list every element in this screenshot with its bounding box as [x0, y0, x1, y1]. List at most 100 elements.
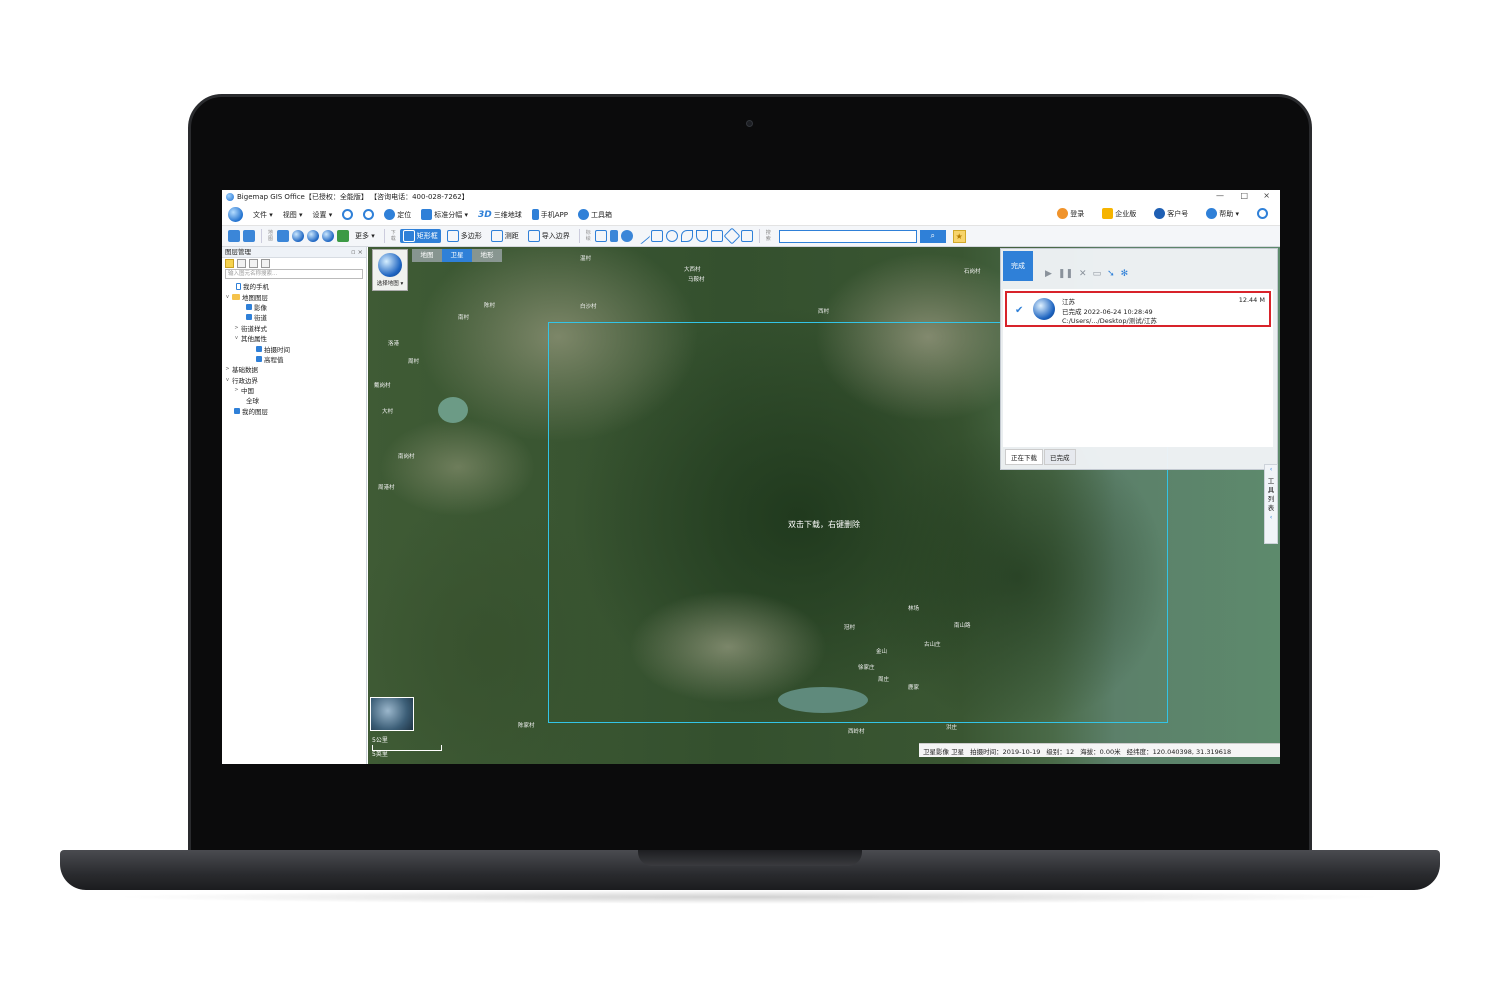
- tree-item[interactable]: 拍摄时间: [222, 343, 366, 354]
- tree-item[interactable]: v 其他属性: [222, 333, 366, 343]
- zoom-in-button[interactable]: [342, 209, 354, 220]
- layer-search-input[interactable]: 输入图元名称搜索...: [225, 269, 363, 279]
- tree-item[interactable]: 街道: [222, 312, 366, 322]
- new-folder-icon[interactable]: [225, 259, 234, 268]
- terrain-map-icon[interactable]: [337, 230, 349, 242]
- expand-arrow-icon[interactable]: v: [225, 294, 230, 300]
- map-label: 西村: [818, 309, 830, 315]
- measure-button[interactable]: 测距: [488, 229, 522, 243]
- globe-map-icon-2[interactable]: [307, 230, 319, 242]
- status-source: 卫星影像 卫星: [923, 747, 965, 756]
- polyline-icon[interactable]: [650, 230, 663, 242]
- panel-search-icon[interactable]: [261, 259, 270, 268]
- tab-satellite[interactable]: 卫星: [442, 249, 472, 262]
- tree-item[interactable]: 我的图层: [222, 406, 366, 416]
- tree-item[interactable]: 我的手机: [222, 281, 366, 291]
- hand-pan-icon[interactable]: [594, 230, 607, 242]
- freehand-icon[interactable]: [680, 230, 693, 242]
- favorite-button[interactable]: ★: [952, 229, 966, 243]
- pause-icon[interactable]: ❚❚: [1058, 269, 1073, 279]
- expand-arrow-icon[interactable]: v: [234, 335, 239, 341]
- import-border-button[interactable]: 导入边界: [525, 229, 573, 243]
- folder-icon[interactable]: ▭: [1093, 269, 1102, 279]
- globe-map-icon-1[interactable]: [292, 230, 304, 242]
- menu-view[interactable]: 视图 ▾: [283, 210, 303, 220]
- globe-map-icon-3[interactable]: [322, 230, 334, 242]
- tree-item[interactable]: v 地图图层: [222, 291, 366, 302]
- pointer-icon[interactable]: [609, 230, 618, 242]
- tag-icon[interactable]: [723, 227, 741, 245]
- layers-icon[interactable]: [740, 230, 753, 242]
- search-button[interactable]: ⌕: [919, 229, 946, 243]
- map-selector-button[interactable]: 选择地图 ▾: [372, 249, 408, 291]
- expand-arrow-icon[interactable]: v: [225, 377, 230, 383]
- open-folder-icon[interactable]: [228, 230, 240, 242]
- circle-draw-icon[interactable]: [665, 230, 678, 242]
- help-button[interactable]: 帮助 ▾: [1206, 208, 1239, 219]
- enterprise-button[interactable]: 企业版: [1102, 208, 1136, 219]
- gear-icon[interactable]: ✻: [1121, 269, 1129, 279]
- download-controls: ▶ ❚❚ ✕ ▭ ➘ ✻: [1045, 269, 1128, 279]
- import-border-label: 导入边界: [541, 232, 570, 240]
- locate-button[interactable]: 定位: [384, 209, 411, 220]
- expand-arrow-icon[interactable]: >: [225, 366, 230, 372]
- save-icon[interactable]: [243, 230, 255, 242]
- login-button[interactable]: 登录: [1057, 208, 1084, 219]
- chevron-left-icon[interactable]: ‹: [1265, 513, 1277, 521]
- database-icon[interactable]: [237, 259, 246, 268]
- checkbox-icon[interactable]: [234, 407, 240, 414]
- curve-icon[interactable]: [695, 230, 708, 242]
- search-input[interactable]: [778, 229, 917, 243]
- three-d-globe-button[interactable]: 3D 三维地球: [478, 210, 522, 220]
- tree-item[interactable]: v 行政边界: [222, 375, 366, 385]
- download-status-tab[interactable]: 完成: [1003, 251, 1033, 281]
- grid-icon: [421, 209, 433, 220]
- settings-target-icon[interactable]: [1257, 208, 1268, 219]
- customer-button[interactable]: 客户号: [1154, 208, 1188, 219]
- checkbox-icon[interactable]: [256, 345, 262, 352]
- tab-terrain[interactable]: 地形: [472, 249, 502, 262]
- panel-pin-close[interactable]: ▫ ×: [351, 247, 363, 258]
- checkbox-icon[interactable]: [246, 303, 252, 310]
- overview-map[interactable]: [370, 697, 414, 731]
- tree-item[interactable]: > 中国: [222, 385, 366, 395]
- toolbox-button[interactable]: 工具箱: [577, 209, 612, 220]
- cancel-icon[interactable]: ✕: [1079, 269, 1087, 279]
- standard-grid-button[interactable]: 标准分幅 ▾: [421, 209, 468, 220]
- tab-completed[interactable]: 已完成: [1044, 449, 1076, 465]
- export-arrow-icon[interactable]: ➘: [1107, 269, 1115, 279]
- mobile-app-button[interactable]: 手机APP: [531, 209, 568, 220]
- tree-item[interactable]: 高程值: [222, 354, 366, 364]
- tree-item[interactable]: 影像: [222, 302, 366, 312]
- zoom-out-button[interactable]: [363, 209, 375, 220]
- app-globe-icon[interactable]: [228, 207, 243, 222]
- maximize-button[interactable]: □: [1240, 191, 1248, 200]
- checkbox-icon[interactable]: [256, 355, 262, 362]
- minimize-button[interactable]: —: [1216, 191, 1224, 200]
- tree-item[interactable]: 全球: [222, 395, 366, 405]
- tab-downloading[interactable]: 正在下载: [1005, 449, 1043, 465]
- map-source-icon[interactable]: [277, 230, 289, 242]
- menu-settings[interactable]: 设置 ▾: [313, 210, 333, 220]
- polygon-button[interactable]: 多边形: [444, 229, 485, 243]
- tree-item-label: 全球: [246, 397, 259, 406]
- tab-map[interactable]: 地图: [412, 249, 442, 262]
- tree-icon[interactable]: [249, 259, 258, 268]
- tool-list-sidebar[interactable]: ‹ 工具列表 ‹: [1264, 464, 1278, 544]
- line-draw-icon[interactable]: [633, 227, 651, 245]
- rectangle-button[interactable]: 矩形框: [399, 229, 441, 243]
- rectangle-draw-icon[interactable]: [710, 230, 723, 242]
- tree-item[interactable]: > 街道样式: [222, 323, 366, 333]
- expand-arrow-icon[interactable]: >: [234, 325, 239, 331]
- tree-item-label: 街道: [254, 314, 267, 323]
- tree-item[interactable]: > 基础数据: [222, 364, 366, 374]
- marker-icon[interactable]: [620, 230, 633, 242]
- checkbox-icon[interactable]: [246, 314, 252, 321]
- chevron-left-icon[interactable]: ‹: [1265, 465, 1277, 473]
- expand-arrow-icon[interactable]: >: [234, 387, 239, 393]
- more-button[interactable]: 更多 ▾: [352, 230, 378, 242]
- close-button[interactable]: ×: [1263, 191, 1270, 200]
- menu-file[interactable]: 文件 ▾: [253, 210, 273, 220]
- download-item[interactable]: ✔ 江苏 已完成 2022-06-24 10:28:49 C:/Users/..…: [1005, 291, 1271, 327]
- play-icon[interactable]: ▶: [1045, 269, 1052, 279]
